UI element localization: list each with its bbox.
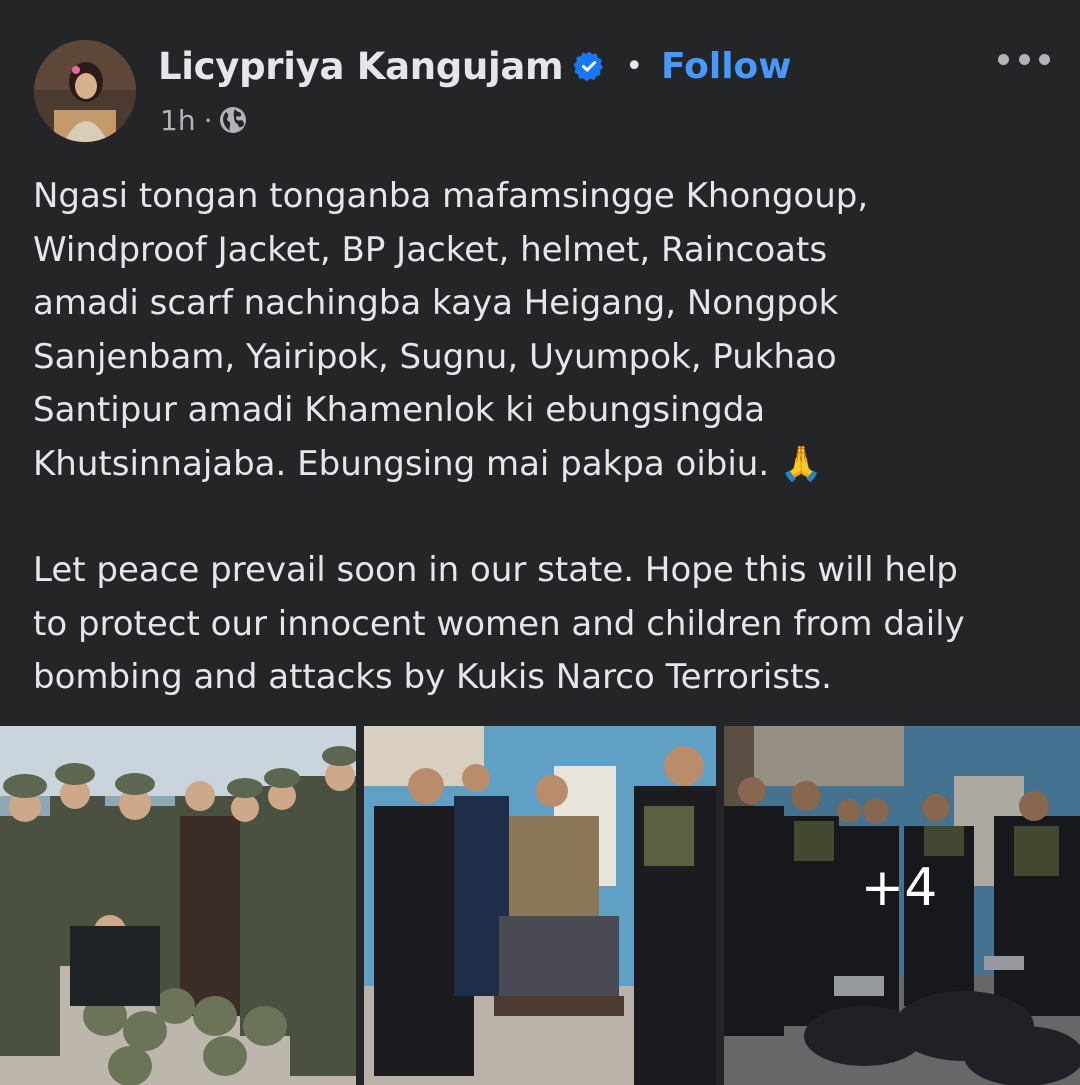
verified-badge-icon xyxy=(573,50,605,82)
meta-separator: · xyxy=(203,103,213,137)
photo-1-image xyxy=(0,726,356,1085)
photo-2-image xyxy=(364,726,716,1085)
avatar-image xyxy=(34,40,136,142)
post-paragraph-english: Let peace prevail soon in our state. Hop… xyxy=(33,550,965,697)
post-timestamp[interactable]: 1h xyxy=(160,104,196,137)
post-paragraph-manipuri: Ngasi tongan tonganba mafamsingge Khongo… xyxy=(33,170,1063,491)
author-name[interactable]: Licypriya Kangujam xyxy=(158,45,564,88)
more-dot xyxy=(998,53,1009,65)
separator-dot: • xyxy=(625,48,644,84)
post-paragraph-text: Ngasi tongan tonganba mafamsingge Khongo… xyxy=(33,176,869,484)
post-body: Ngasi tongan tonganba mafamsingge Khongo… xyxy=(33,170,1063,705)
more-photos-count: +4 xyxy=(860,857,938,918)
more-dot xyxy=(1039,53,1050,65)
photo-1[interactable] xyxy=(0,726,356,1085)
post-meta: 1h · xyxy=(160,100,248,140)
follow-button[interactable]: Follow xyxy=(661,46,792,87)
author-line: Licypriya Kangujam • Follow xyxy=(158,38,792,94)
more-options-icon[interactable] xyxy=(998,44,1050,74)
post-header: Licypriya Kangujam • Follow 1h · xyxy=(0,0,1080,160)
photo-2[interactable] xyxy=(364,726,716,1085)
more-dot xyxy=(1018,53,1030,65)
author-avatar[interactable] xyxy=(34,40,136,142)
globe-icon[interactable] xyxy=(218,105,248,135)
more-photos-overlay[interactable]: +4 xyxy=(724,726,1080,1085)
photo-3[interactable]: +4 xyxy=(724,726,1080,1085)
pray-emoji: 🙏 xyxy=(779,443,823,484)
photo-grid: +4 xyxy=(0,726,1080,1085)
